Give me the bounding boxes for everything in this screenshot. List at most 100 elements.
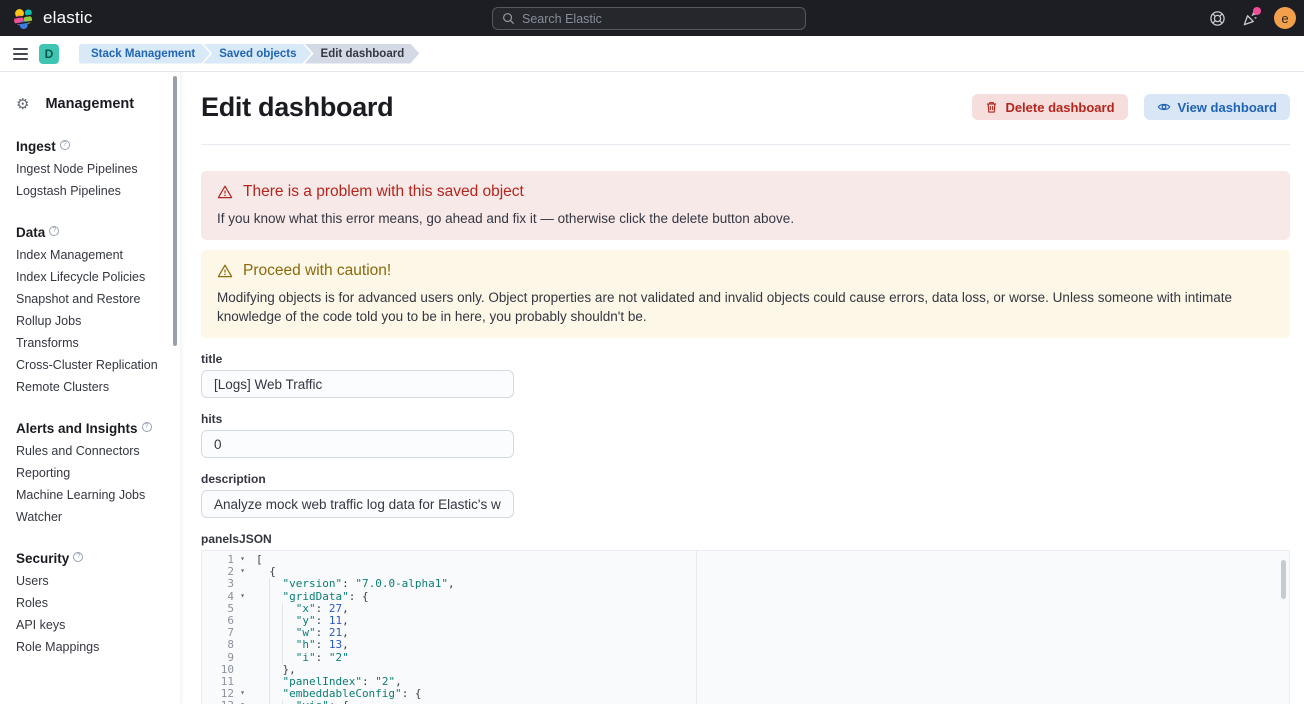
breadcrumb-saved-objects[interactable]: Saved objects <box>203 44 311 64</box>
indent-guide <box>256 578 269 590</box>
breadcrumb-bar: D Stack ManagementSaved objectsEdit dash… <box>0 36 1304 72</box>
warning-callout-title: Proceed with caution! <box>243 262 391 280</box>
code-line: 8 "h": 13, <box>202 639 1289 651</box>
line-number-gutter: 2▾ <box>202 566 248 578</box>
sidebar-item-ingest-node-pipelines[interactable]: Ingest Node Pipelines <box>16 163 166 176</box>
sidebar-item-cross-cluster-replication[interactable]: Cross-Cluster Replication <box>16 359 166 372</box>
sidebar-item-rules-and-connectors[interactable]: Rules and Connectors <box>16 445 166 458</box>
editor-scrollbar[interactable] <box>1281 560 1286 599</box>
sidebar-item-machine-learning-jobs[interactable]: Machine Learning Jobs <box>16 489 166 502</box>
token: 13 <box>329 638 342 651</box>
delete-dashboard-button[interactable]: Delete dashboard <box>972 94 1127 120</box>
sidebar-item-roles[interactable]: Roles <box>16 597 166 610</box>
user-avatar[interactable]: e <box>1274 7 1296 29</box>
line-number: 9 <box>227 651 234 664</box>
code-text: "i": "2" <box>256 652 349 664</box>
sidebar-item-watcher[interactable]: Watcher <box>16 511 166 524</box>
token: "panelIndex" <box>282 675 361 688</box>
hits-input[interactable] <box>201 430 514 458</box>
token: { <box>269 565 276 578</box>
indent-guide <box>256 639 269 651</box>
space-switcher[interactable]: D <box>39 44 59 64</box>
title-input[interactable] <box>201 370 514 398</box>
code-line: 4▾ "gridData": { <box>202 591 1289 603</box>
token: , <box>342 614 349 627</box>
warning-callout: Proceed with caution! Modifying objects … <box>201 250 1290 338</box>
newsfeed-button[interactable] <box>1241 9 1259 27</box>
code-line: 12▾ "embeddableConfig": { <box>202 688 1289 700</box>
token: , <box>342 638 349 651</box>
view-dashboard-button[interactable]: View dashboard <box>1144 94 1290 120</box>
token: : { <box>402 687 422 700</box>
sidebar-section-alerts-and-insights: Alerts and Insights?Rules and Connectors… <box>16 421 166 524</box>
sidebar-scrollbar[interactable] <box>173 76 177 346</box>
header-divider <box>201 144 1290 145</box>
help-menu-button[interactable] <box>1208 9 1226 27</box>
line-number: 7 <box>227 626 234 639</box>
global-search[interactable] <box>492 7 806 30</box>
indent-guide <box>256 652 269 664</box>
code-line: 5 "x": 27, <box>202 603 1289 615</box>
token: "7.0.0-alpha1" <box>355 577 448 590</box>
indent-guide <box>256 591 269 603</box>
token: : <box>316 614 329 627</box>
token: , <box>342 626 349 639</box>
title-field: title <box>201 352 1290 398</box>
error-callout-title: There is a problem with this saved objec… <box>243 183 524 201</box>
hits-field: hits <box>201 412 1290 458</box>
line-number: 12 <box>221 687 234 700</box>
sidebar-item-snapshot-and-restore[interactable]: Snapshot and Restore <box>16 293 166 306</box>
panelsjson-code-editor[interactable]: 1▾[2▾ {3 "version": "7.0.0-alpha1",4▾ "g… <box>201 550 1290 704</box>
token: , <box>395 675 402 688</box>
line-number: 6 <box>227 614 234 627</box>
search-input[interactable] <box>522 12 796 26</box>
token: : <box>316 626 329 639</box>
sidebar-item-index-management[interactable]: Index Management <box>16 249 166 262</box>
fold-arrow-icon[interactable]: ▾ <box>240 699 245 704</box>
indent-guide <box>269 652 282 664</box>
token: "w" <box>296 626 316 639</box>
sidebar-item-reporting[interactable]: Reporting <box>16 467 166 480</box>
token: }, <box>282 663 295 676</box>
line-number: 11 <box>221 675 234 688</box>
token: : <box>316 651 329 664</box>
token: : { <box>329 699 349 704</box>
hamburger-icon <box>13 48 28 60</box>
breadcrumb: Stack ManagementSaved objectsEdit dashbo… <box>79 44 419 64</box>
header-actions: e <box>1208 0 1296 36</box>
fold-arrow-icon[interactable]: ▾ <box>240 687 245 699</box>
token: "i" <box>296 651 316 664</box>
sidebar-item-transforms[interactable]: Transforms <box>16 337 166 350</box>
code-line: 13▾ "vis": { <box>202 700 1289 704</box>
line-number: 1 <box>227 553 234 566</box>
line-number-gutter: 7 <box>202 627 248 639</box>
code-text: "vis": { <box>256 700 349 704</box>
sidebar-item-index-lifecycle-policies[interactable]: Index Lifecycle Policies <box>16 271 166 284</box>
error-callout: There is a problem with this saved objec… <box>201 171 1290 240</box>
code-line: 9 "i": "2" <box>202 652 1289 664</box>
sidebar-section-title: Data <box>16 225 45 240</box>
indent-guide <box>269 578 282 590</box>
token: , <box>342 602 349 615</box>
sidebar-section-ingest: Ingest?Ingest Node PipelinesLogstash Pip… <box>16 139 166 198</box>
line-number: 10 <box>221 663 234 676</box>
sidebar-item-logstash-pipelines[interactable]: Logstash Pipelines <box>16 185 166 198</box>
token: "version" <box>282 577 342 590</box>
view-dashboard-label: View dashboard <box>1178 100 1277 115</box>
breadcrumb-stack-management[interactable]: Stack Management <box>79 44 210 64</box>
sidebar-item-role-mappings[interactable]: Role Mappings <box>16 641 166 654</box>
fold-arrow-icon[interactable]: ▾ <box>240 565 245 577</box>
menu-button[interactable] <box>0 36 40 72</box>
description-input[interactable] <box>201 490 514 518</box>
elastic-home-link[interactable]: elastic <box>0 8 93 29</box>
brand-name: elastic <box>43 8 93 28</box>
sidebar-item-api-keys[interactable]: API keys <box>16 619 166 632</box>
delete-dashboard-label: Delete dashboard <box>1005 100 1114 115</box>
fold-arrow-icon[interactable]: ▾ <box>240 590 245 602</box>
line-number: 8 <box>227 638 234 651</box>
sidebar-item-rollup-jobs[interactable]: Rollup Jobs <box>16 315 166 328</box>
sidebar-item-users[interactable]: Users <box>16 575 166 588</box>
sidebar-item-remote-clusters[interactable]: Remote Clusters <box>16 381 166 394</box>
fold-arrow-icon[interactable]: ▾ <box>240 553 245 565</box>
question-badge-icon: ? <box>49 226 59 236</box>
